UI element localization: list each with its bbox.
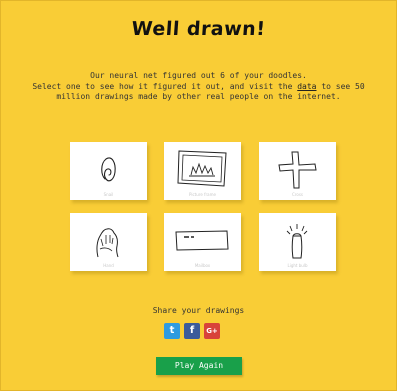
drawing-card-cross[interactable]: Cross bbox=[259, 142, 336, 200]
twitter-icon: t bbox=[169, 325, 175, 336]
play-again-button[interactable]: Play Again bbox=[156, 357, 242, 375]
page-title: Well drawn! bbox=[130, 18, 267, 40]
drawing-label: Picture frame bbox=[189, 192, 216, 197]
data-link[interactable]: data bbox=[297, 82, 316, 91]
drawing-label: Light bulb bbox=[287, 263, 308, 268]
facebook-share-button[interactable]: f bbox=[184, 323, 200, 339]
intro-line-1: Our neural net figured out 6 of your doo… bbox=[90, 71, 307, 80]
intro-text: Our neural net figured out 6 of your doo… bbox=[14, 71, 383, 103]
drawing-card-hand[interactable]: Hand bbox=[70, 213, 147, 271]
facebook-icon: f bbox=[189, 325, 195, 336]
drawing-card-picture[interactable]: Picture frame bbox=[164, 142, 241, 200]
drawing-label: Mailbox bbox=[194, 263, 211, 268]
drawing-label: Cross bbox=[292, 192, 303, 197]
share-label: Share your drawings bbox=[152, 306, 245, 315]
drawing-card-bulb[interactable]: Light bulb bbox=[259, 213, 336, 271]
google-plus-share-button[interactable]: G+ bbox=[204, 323, 220, 339]
twitter-share-button[interactable]: t bbox=[164, 323, 180, 339]
drawing-label: Snail bbox=[103, 192, 114, 197]
google-plus-icon: G+ bbox=[206, 327, 218, 335]
drawing-card-mailbox[interactable]: Mailbox bbox=[164, 213, 241, 271]
intro-line-2-start: Select one to see how it figured it out,… bbox=[32, 81, 298, 91]
drawing-card-spiral[interactable]: Snail bbox=[70, 142, 147, 200]
drawing-label: Hand bbox=[103, 263, 114, 268]
